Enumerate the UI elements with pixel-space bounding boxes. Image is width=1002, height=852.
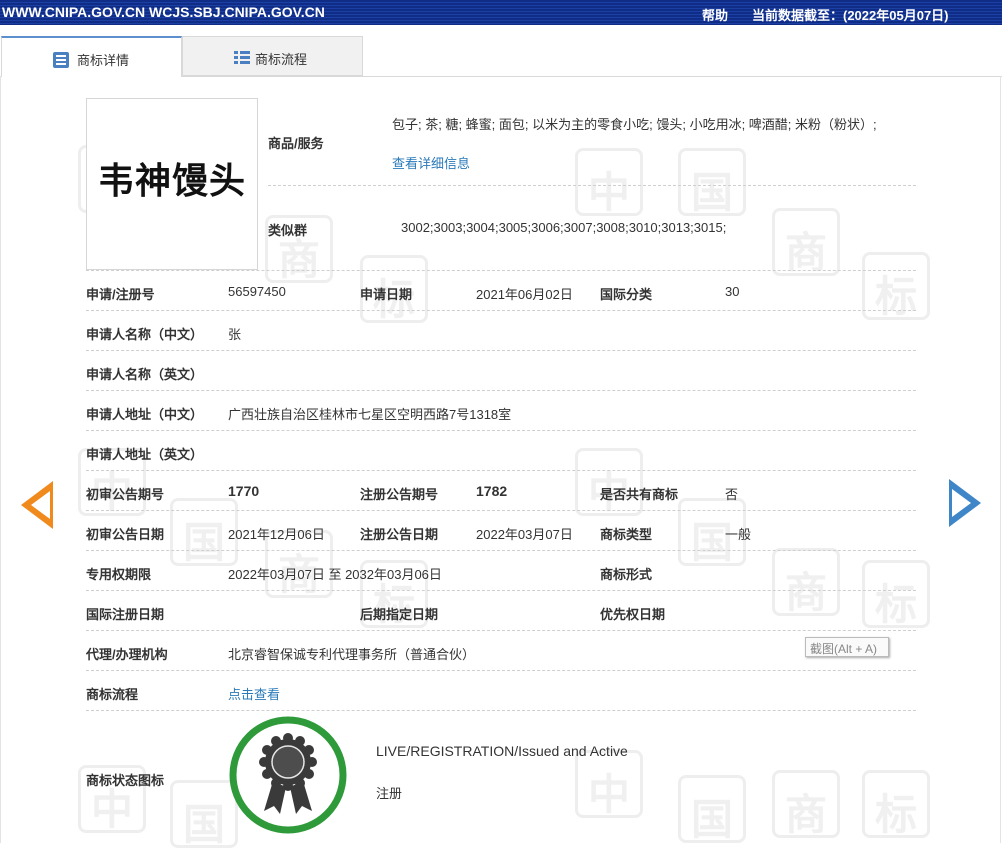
- status-line-en: LIVE/REGISTRATION/Issued and Active: [376, 743, 628, 759]
- agency-value: 北京睿智保诚专利代理事务所（普通合伙）: [228, 647, 476, 662]
- divider: [86, 270, 916, 271]
- divider: [86, 590, 916, 591]
- watermark-tile: 国: [678, 775, 746, 844]
- divider: [86, 390, 916, 391]
- shared-value: 否: [725, 487, 739, 502]
- similar-group-label: 类似群: [268, 223, 308, 238]
- tab-label: 商标详情: [77, 53, 130, 68]
- reg-no-label: 申请/注册号: [86, 287, 155, 302]
- list-detail-icon: [53, 52, 69, 68]
- address-cn-value: 广西壮族自治区桂林市七星区空明西路7号1318室: [228, 407, 512, 422]
- view-details-link[interactable]: 查看详细信息: [392, 153, 470, 172]
- divider: [86, 550, 916, 551]
- reg-issue-value: 1782: [476, 483, 508, 499]
- prelim-issue-value: 1770: [228, 483, 260, 499]
- process-view-link[interactable]: 点击查看: [228, 684, 280, 703]
- top-bar: WWW.CNIPA.GOV.CN WCJS.SBJ.CNIPA.GOV.CN 帮…: [0, 0, 1002, 25]
- status-line-cn: 注册: [376, 786, 403, 801]
- agency-label: 代理/办理机构: [86, 647, 168, 662]
- goods-services-value: 包子; 茶; 糖; 蜂蜜; 面包; 以米为主的零食小吃; 馒头; 小吃用冰; 啤…: [392, 117, 877, 132]
- site-urls[interactable]: WWW.CNIPA.GOV.CN WCJS.SBJ.CNIPA.GOV.CN: [2, 4, 325, 20]
- divider: [86, 630, 916, 631]
- intl-reg-date-label: 国际注册日期: [86, 607, 165, 622]
- divider: [86, 670, 916, 671]
- intl-class-label: 国际分类: [600, 287, 653, 302]
- address-cn-label: 申请人地址（中文）: [86, 407, 204, 422]
- prev-arrow-icon[interactable]: [21, 481, 53, 529]
- status-icon-label: 商标状态图标: [86, 773, 165, 788]
- list-flow-icon: [234, 51, 250, 64]
- tab-label: 商标流程: [255, 52, 308, 67]
- app-date-label: 申请日期: [360, 287, 413, 302]
- prelim-date-value: 2021年12月06日: [228, 527, 325, 542]
- later-designation-label: 后期指定日期: [360, 607, 439, 622]
- watermark-tile: 标: [862, 560, 930, 629]
- similar-group-value: 3002;3003;3004;3005;3006;3007;3008;3010;…: [401, 220, 727, 235]
- divider: [86, 310, 916, 311]
- reg-issue-label: 注册公告期号: [360, 487, 439, 502]
- trademark-text: 韦神馒头: [97, 160, 246, 202]
- watermark-tile: 中: [575, 148, 643, 217]
- help-link[interactable]: 帮助: [702, 5, 728, 24]
- tab-bar: 商标详情 商标流程: [0, 36, 1002, 77]
- registered-badge-icon: [229, 716, 347, 834]
- watermark-tile: 中: [575, 448, 643, 517]
- address-en-label: 申请人地址（英文）: [86, 447, 204, 462]
- reg-date-label: 注册公告日期: [360, 527, 439, 542]
- applicant-cn-label: 申请人名称（中文）: [86, 327, 204, 342]
- watermark-tile: 国: [678, 148, 746, 217]
- goods-services-label: 商品/服务: [268, 136, 324, 151]
- reg-date-value: 2022年03月07日: [476, 527, 573, 542]
- tm-type-value: 一般: [725, 527, 752, 542]
- data-as-of-text: 当前数据截至：(2022年05月07日): [752, 8, 949, 23]
- watermark-tile: 商: [772, 770, 840, 839]
- applicant-en-label: 申请人名称（英文）: [86, 367, 204, 382]
- applicant-cn-value: 张: [228, 327, 242, 342]
- next-arrow-icon[interactable]: [949, 479, 981, 527]
- tm-type-label: 商标类型: [600, 527, 653, 542]
- divider: [268, 185, 916, 186]
- exclusive-period-label: 专用权期限: [86, 567, 152, 582]
- watermark-tile: 中: [575, 750, 643, 819]
- divider: [86, 430, 916, 431]
- divider: [86, 350, 916, 351]
- tm-form-label: 商标形式: [600, 567, 653, 582]
- divider: [86, 510, 916, 511]
- divider: [86, 710, 916, 711]
- app-date-value: 2021年06月02日: [476, 287, 573, 302]
- tab-trademark-process[interactable]: 商标流程: [182, 36, 363, 76]
- priority-date-label: 优先权日期: [600, 607, 666, 622]
- shared-label: 是否共有商标: [600, 487, 679, 502]
- trademark-image: 韦神馒头: [86, 98, 258, 270]
- prelim-issue-label: 初审公告期号: [86, 487, 165, 502]
- reg-no-value: 56597450: [228, 284, 286, 299]
- intl-class-value: 30: [725, 284, 740, 299]
- divider: [86, 470, 916, 471]
- watermark-tile: 标: [862, 770, 930, 839]
- process-label: 商标流程: [86, 687, 139, 702]
- watermark-tile: 商: [772, 208, 840, 277]
- watermark-tile: 商: [772, 548, 840, 617]
- screenshot-tooltip: 截图(Alt + A): [805, 637, 889, 657]
- exclusive-period-value: 2022年03月07日 至 2032年03月06日: [228, 567, 442, 582]
- prelim-date-label: 初审公告日期: [86, 527, 165, 542]
- tab-trademark-detail[interactable]: 商标详情: [1, 36, 182, 77]
